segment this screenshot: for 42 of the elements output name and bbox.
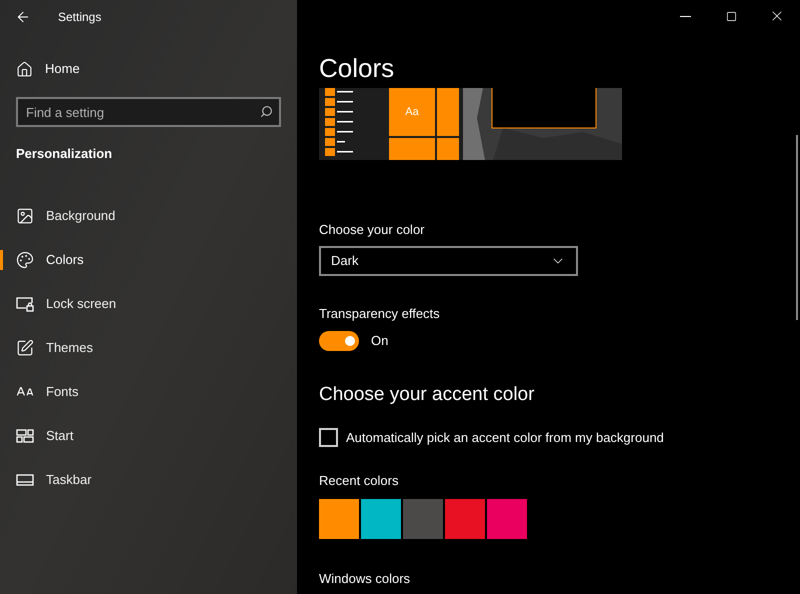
nav-item[interactable]: Themes xyxy=(16,332,93,362)
tile xyxy=(389,138,435,160)
maximize-icon xyxy=(726,10,736,22)
lock-screen-icon xyxy=(16,296,34,312)
field-label: Choose your color xyxy=(319,221,426,239)
scrollbar-thumb[interactable] xyxy=(796,135,798,320)
tile xyxy=(437,138,459,160)
home-icon xyxy=(16,60,33,78)
color-swatch[interactable] xyxy=(361,498,401,538)
tile xyxy=(437,88,459,136)
nav-item[interactable]: Fonts xyxy=(16,376,79,406)
nav-item[interactable]: Colors xyxy=(16,244,84,274)
start-list-drawing xyxy=(325,88,353,158)
color-swatch[interactable] xyxy=(445,498,485,538)
field-label: Recent colors xyxy=(319,472,400,490)
field-label: Transparency effects xyxy=(319,304,441,323)
search-icon xyxy=(260,105,273,118)
checkbox-label[interactable]: Automatically pick an accent color from my background xyxy=(346,428,664,447)
transparency-toggle[interactable] xyxy=(319,331,359,351)
color-swatch[interactable] xyxy=(487,498,527,538)
color-swatch[interactable] xyxy=(403,498,443,538)
tiles-icon xyxy=(16,428,34,442)
pen-icon xyxy=(16,338,34,356)
field-label: Windows colors xyxy=(319,570,412,588)
image-icon xyxy=(16,206,34,224)
taskbar-icon xyxy=(16,474,34,486)
nav-item[interactable]: Start xyxy=(16,420,74,450)
search-field[interactable]: Find a setting xyxy=(16,97,281,127)
color-swatch[interactable] xyxy=(319,498,359,538)
home-link[interactable]: Home xyxy=(0,54,297,84)
page-title: Colors xyxy=(319,52,394,84)
nav-item[interactable]: Lock screen xyxy=(16,288,116,318)
section-heading: Choose your accent color xyxy=(319,383,534,407)
color-mode-dropdown[interactable]: Dark xyxy=(319,246,578,276)
tile-label: Aa xyxy=(405,104,419,120)
nav-item[interactable]: Background xyxy=(16,200,116,230)
nav-item[interactable]: Taskbar xyxy=(16,464,92,494)
palette-icon xyxy=(16,250,34,268)
toggle-state: On xyxy=(371,332,388,350)
checkbox[interactable] xyxy=(319,428,338,447)
window-title: Settings xyxy=(58,9,102,26)
section-title: Personalization xyxy=(16,145,114,163)
